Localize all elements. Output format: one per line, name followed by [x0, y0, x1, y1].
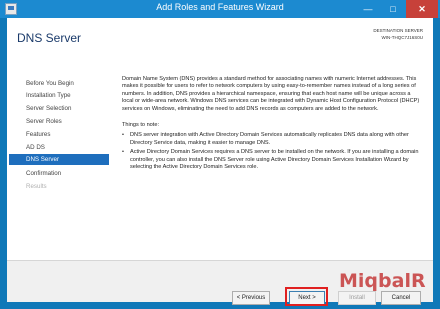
- step-ad-ds[interactable]: AD DS: [26, 144, 45, 151]
- step-installation-type[interactable]: Installation Type: [26, 92, 71, 99]
- minimize-button[interactable]: —: [356, 0, 380, 18]
- close-button[interactable]: ✕: [406, 0, 438, 18]
- previous-button[interactable]: < Previous: [232, 291, 270, 305]
- destination-server-label: DESTINATION SERVER: [373, 28, 423, 33]
- note-item: DNS server integration with Active Direc…: [122, 132, 422, 147]
- step-server-selection[interactable]: Server Selection: [26, 105, 71, 112]
- step-dns-server[interactable]: DNS Server: [9, 154, 109, 165]
- step-confirmation[interactable]: Confirmation: [26, 170, 61, 177]
- things-to-note-heading: Things to note:: [122, 122, 160, 129]
- destination-server-info: DESTINATION SERVER WIN-THQC7J16S0U: [373, 27, 423, 41]
- next-button-highlight: [285, 287, 328, 306]
- wizard-client-area: DNS Server DESTINATION SERVER WIN-THQC7J…: [7, 18, 433, 306]
- step-features[interactable]: Features: [26, 131, 50, 138]
- dns-server-description: Domain Name System (DNS) provides a stan…: [122, 54, 422, 260]
- install-button: Install: [338, 291, 376, 305]
- title-bar[interactable]: Add Roles and Features Wizard — □ ✕: [0, 0, 440, 18]
- watermark-text: MiqbalR: [339, 270, 426, 292]
- step-server-roles[interactable]: Server Roles: [26, 118, 62, 125]
- maximize-button[interactable]: □: [381, 0, 405, 18]
- wizard-header: DNS Server DESTINATION SERVER WIN-THQC7J…: [7, 18, 433, 54]
- wizard-steps-sidebar: Before You Begin Installation Type Serve…: [7, 54, 109, 260]
- destination-server-name: WIN-THQC7J16S0U: [381, 35, 423, 40]
- step-results: Results: [26, 183, 47, 190]
- intro-paragraph: Domain Name System (DNS) provides a stan…: [122, 76, 420, 112]
- step-before-you-begin[interactable]: Before You Begin: [26, 80, 74, 87]
- wizard-window: Add Roles and Features Wizard — □ ✕ DNS …: [0, 0, 440, 309]
- page-title: DNS Server: [17, 31, 82, 45]
- cancel-button[interactable]: Cancel: [381, 291, 421, 305]
- note-item: Active Directory Domain Services require…: [122, 149, 422, 171]
